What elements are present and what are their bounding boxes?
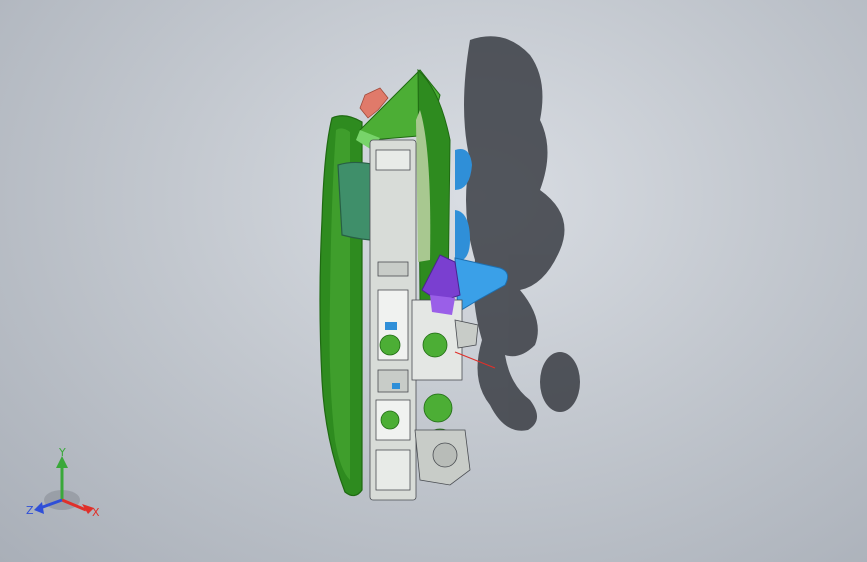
graphics-viewport[interactable] (0, 0, 867, 562)
view-orientation-triad[interactable]: Y X Z (22, 448, 112, 528)
y-axis-label: Y (58, 448, 66, 459)
model-shadow (464, 36, 580, 431)
x-axis-label: X (92, 506, 100, 519)
z-axis-label: Z (26, 504, 34, 517)
z-axis-arrow-icon (34, 502, 44, 514)
